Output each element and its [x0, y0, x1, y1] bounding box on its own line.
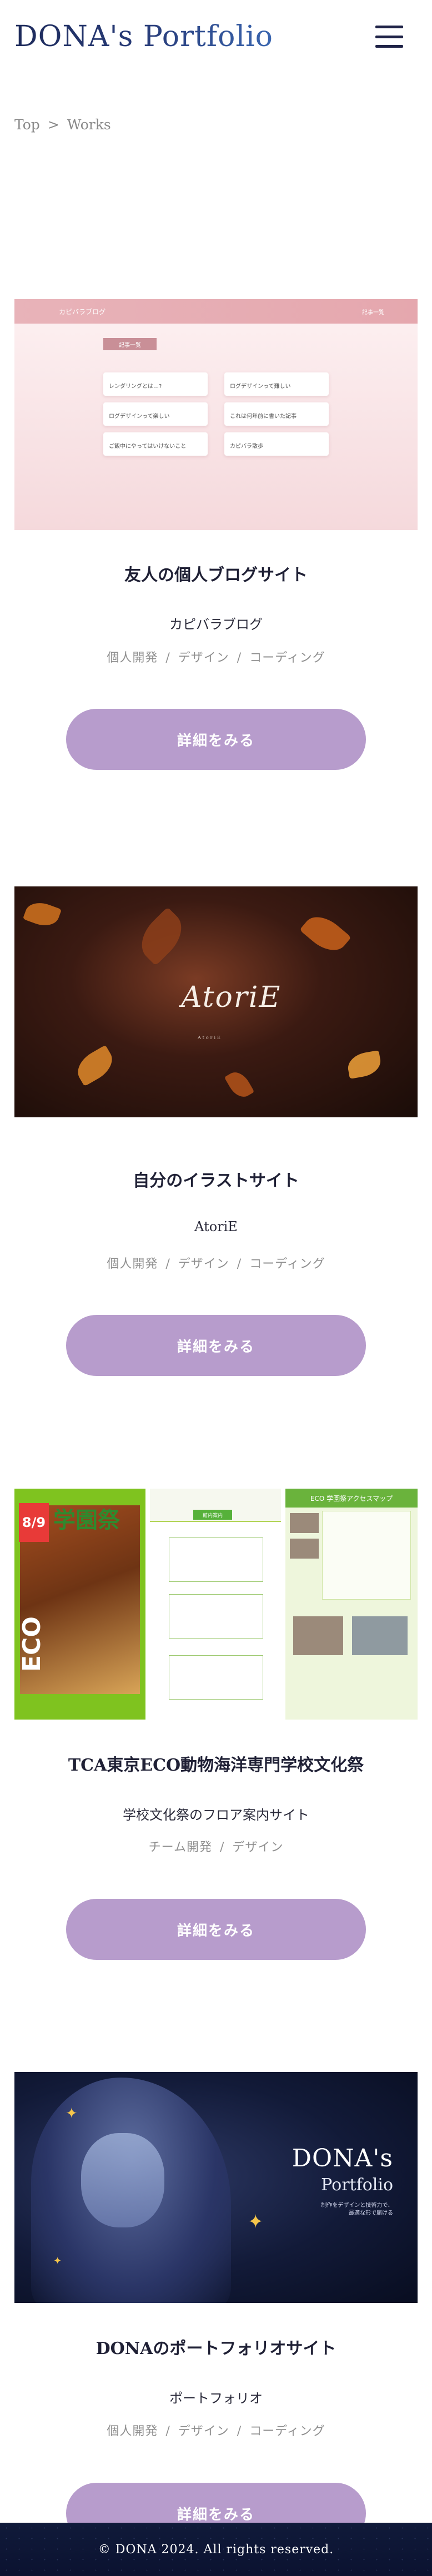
work-tags: 個人開発 / デザイン / コーディング [107, 1257, 325, 1271]
photo [352, 1616, 408, 1655]
work-tag: コーディング [249, 651, 325, 665]
breadcrumb-home[interactable]: Top [14, 117, 40, 133]
photo [290, 1513, 319, 1533]
work-tags: チーム開発 / デザイン [148, 1841, 284, 1854]
poster-eco-text: ECO [18, 1616, 46, 1672]
star-icon: ✦ [66, 2105, 78, 2122]
floor-map [169, 1594, 263, 1639]
poster-date: 8/9 [19, 1503, 49, 1542]
breadcrumb-current: Works [67, 117, 111, 133]
floor-map [169, 1537, 263, 1582]
thumb-signature: AtoriE [181, 981, 282, 1014]
hamburger-line [375, 45, 403, 48]
floor-map [169, 1655, 263, 1700]
work-subtitle: AtoriE [194, 1219, 238, 1234]
work-thumbnail[interactable]: カピバラブログ 記事一覧 記事一覧 レンダリングとは…? ログデザインって難しい… [14, 299, 418, 530]
star-icon: ✦ [53, 2255, 62, 2267]
thumb-card: カピバラ散歩 [224, 432, 329, 456]
footer-copyright: © DONA 2024. All rights reserved. [98, 2542, 334, 2557]
leaf-shape [345, 1050, 383, 1079]
work-tags: 個人開発 / デザイン / コーディング [107, 2424, 325, 2438]
star-icon: ✦ [248, 2211, 264, 2233]
hamburger-icon[interactable] [375, 26, 403, 48]
work-tags: 個人開発 / デザイン / コーディング [107, 651, 325, 665]
work-tag: デザイン [178, 651, 229, 665]
breadcrumb-separator: > [47, 117, 59, 133]
poster-panel: 8/9 学園祭 ECO [14, 1489, 145, 1720]
work-tag: コーディング [249, 1257, 325, 1271]
work-subtitle: ポートフォリオ [169, 2391, 263, 2406]
work-subtitle: カピバラブログ [169, 617, 263, 632]
work-thumbnail[interactable]: 8/9 学園祭 ECO 館内案内 ECO 学園祭アクセスマップ [14, 1489, 418, 1720]
access-map-title: ECO 学園祭アクセスマップ [285, 1489, 418, 1508]
work-title: 友人の個人ブログサイト [124, 566, 308, 585]
work-tag: デザイン [178, 2424, 229, 2438]
thumb-note: 制作をデザインと技術力で、 最適な形で届ける [321, 2202, 393, 2216]
thumb-card: これは何年前に書いた記事 [224, 402, 329, 426]
access-map [322, 1511, 411, 1600]
work-tag: チーム開発 [148, 1841, 212, 1854]
thumb-card: ログデザインって難しい [224, 372, 329, 396]
photo [290, 1539, 319, 1559]
work-title: DONAのポートフォリオサイト [96, 2339, 336, 2358]
thumb-card: ログデザインって楽しい [103, 402, 208, 426]
work-title: TCA東京ECO動物海洋専門学校文化祭 [68, 1756, 364, 1775]
illustration-face [81, 2133, 164, 2227]
work-thumbnail[interactable]: AtoriE AtoriE [14, 886, 418, 1117]
page: DONA's Portfolio Top > Works カピバラブログ 記事一… [0, 0, 432, 2576]
leaf-shape [224, 1067, 255, 1102]
poster-festival-title: 学園祭 [53, 1508, 120, 1533]
thumb-logo: カピバラブログ [59, 308, 106, 316]
photo [293, 1616, 343, 1655]
work-tag: デザイン [178, 1257, 229, 1271]
work-tag: コーディング [249, 2424, 325, 2438]
hamburger-line [375, 26, 403, 28]
work-tag: 個人開発 [107, 2424, 158, 2438]
breadcrumb: Top > Works [0, 117, 432, 133]
site-logo[interactable]: DONA's Portfolio [14, 20, 273, 53]
detail-button[interactable]: 詳細をみる [66, 709, 366, 770]
thumb-nav: 記事一覧 [362, 310, 384, 316]
floor-guide-tab: 館内案内 [193, 1510, 232, 1520]
floor-guide-panel: 館内案内 [150, 1489, 281, 1720]
thumb-small-text: AtoriE [198, 1035, 222, 1040]
thumb-title: DONA's [292, 2144, 393, 2172]
thumb-card: レンダリングとは…? [103, 372, 208, 396]
work-tag: 個人開発 [107, 1257, 158, 1271]
leaf-shape [72, 1045, 118, 1087]
hamburger-line [375, 35, 403, 38]
thumb-card: ご飯中にやってはいけないこと [103, 432, 208, 456]
site-header: DONA's Portfolio [0, 0, 432, 73]
thumb-subtitle: Portfolio [321, 2175, 393, 2195]
work-title: 自分のイラストサイト [133, 1171, 299, 1191]
leaf-shape [22, 898, 62, 931]
detail-button[interactable]: 詳細をみる [66, 1315, 366, 1376]
work-subtitle: 学校文化祭のフロア案内サイト [123, 1807, 309, 1823]
work-thumbnail[interactable]: ✦ ✦ ✦ DONA's Portfolio 制作をデザインと技術力で、 最適な… [14, 2072, 418, 2303]
detail-button[interactable]: 詳細をみる [66, 1899, 366, 1960]
leaf-shape [132, 906, 192, 966]
work-tag: デザイン [232, 1841, 284, 1854]
work-tag: 個人開発 [107, 651, 158, 665]
thumb-section-label: 記事一覧 [103, 338, 157, 350]
site-footer: © DONA 2024. All rights reserved. [0, 2523, 432, 2576]
access-map-panel: ECO 学園祭アクセスマップ [285, 1489, 418, 1720]
leaf-shape [299, 909, 351, 959]
